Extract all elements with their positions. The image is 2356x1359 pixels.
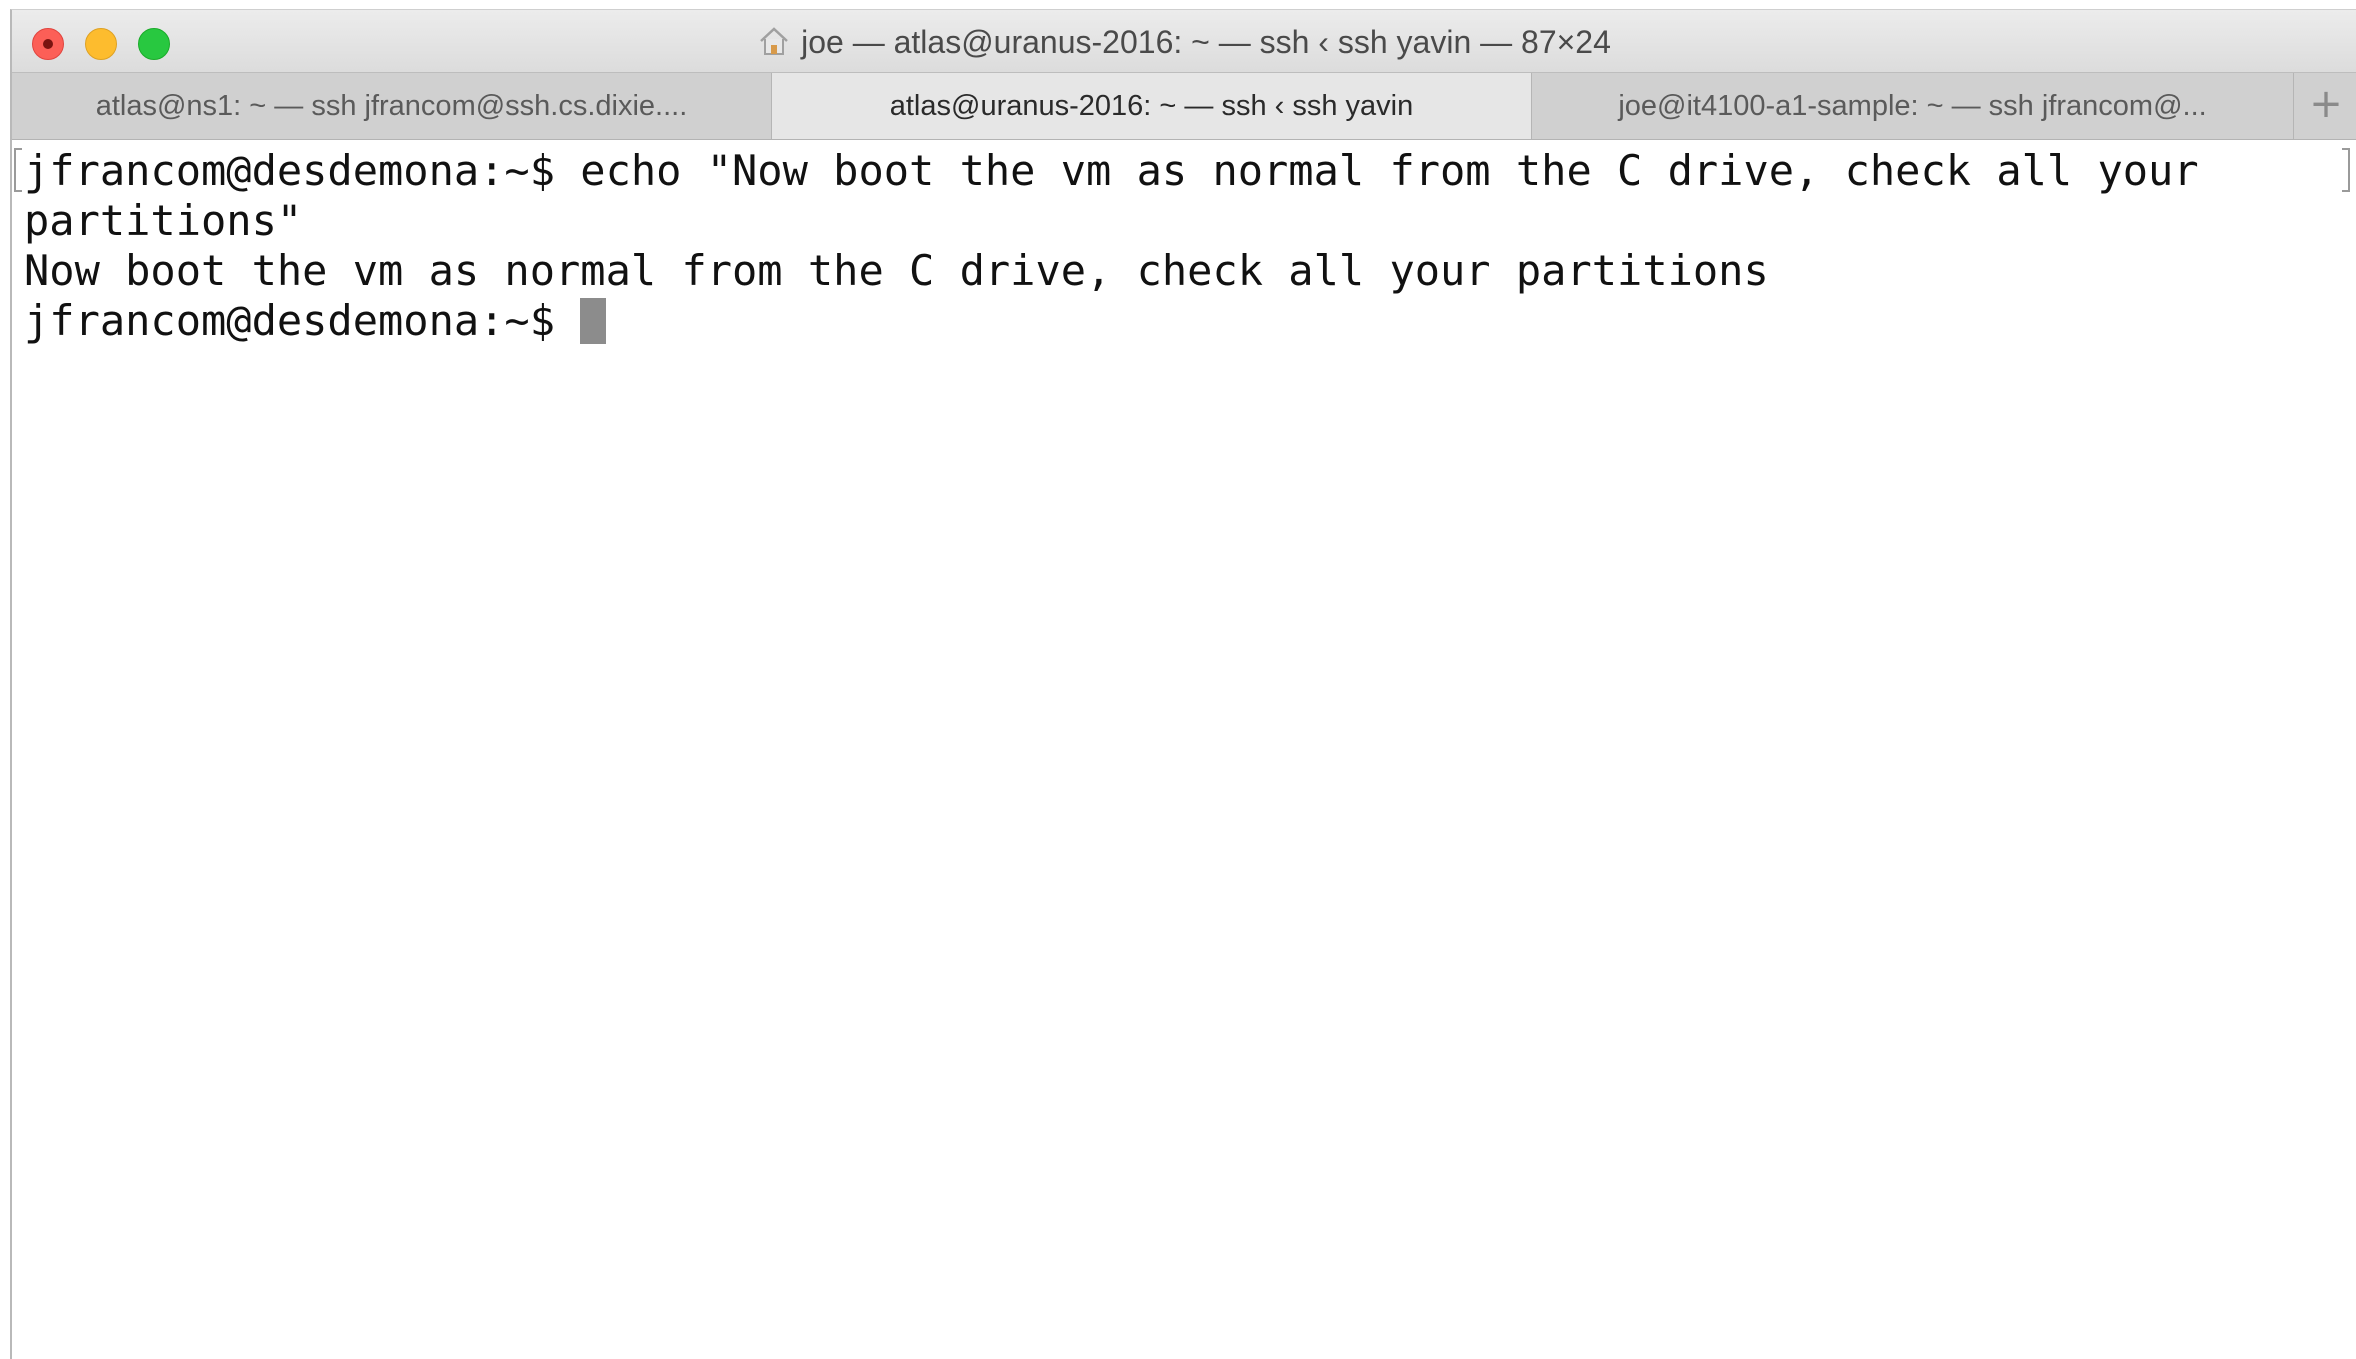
- terminal-line-command-wrap: partitions": [24, 196, 303, 245]
- tab-bar: atlas@ns1: ~ — ssh jfrancom@ssh.cs.dixie…: [12, 72, 2356, 140]
- text-cursor: [580, 298, 607, 344]
- window-title-text: joe — atlas@uranus-2016: ~ — ssh ‹ ssh y…: [801, 24, 1611, 60]
- terminal-window: joe — atlas@uranus-2016: ~ — ssh ‹ ssh y…: [10, 9, 2356, 1359]
- tab-ns1[interactable]: atlas@ns1: ~ — ssh jfrancom@ssh.cs.dixie…: [12, 73, 772, 139]
- prompt-text: jfrancom@desdemona:~$: [24, 296, 581, 345]
- terminal-line-output: Now boot the vm as normal from the C dri…: [24, 246, 1769, 295]
- new-tab-button[interactable]: +: [2294, 73, 2356, 139]
- title-bar[interactable]: joe — atlas@uranus-2016: ~ — ssh ‹ ssh y…: [12, 10, 2356, 72]
- tab-uranus-active[interactable]: atlas@uranus-2016: ~ — ssh ‹ ssh yavin: [772, 73, 1532, 139]
- terminal-line-prompt: jfrancom@desdemona:~$: [24, 296, 607, 346]
- window-title: joe — atlas@uranus-2016: ~ — ssh ‹ ssh y…: [12, 24, 2356, 61]
- terminal-output[interactable]: jfrancom@desdemona:~$ echo "Now boot the…: [12, 140, 2356, 1359]
- home-icon: [760, 27, 788, 55]
- line-wrap-marker-right: [2342, 148, 2350, 192]
- terminal-line-command: jfrancom@desdemona:~$ echo "Now boot the…: [24, 146, 2199, 195]
- line-wrap-marker-left: [14, 148, 22, 192]
- tab-it4100[interactable]: joe@it4100-a1-sample: ~ — ssh jfrancom@.…: [1532, 73, 2294, 139]
